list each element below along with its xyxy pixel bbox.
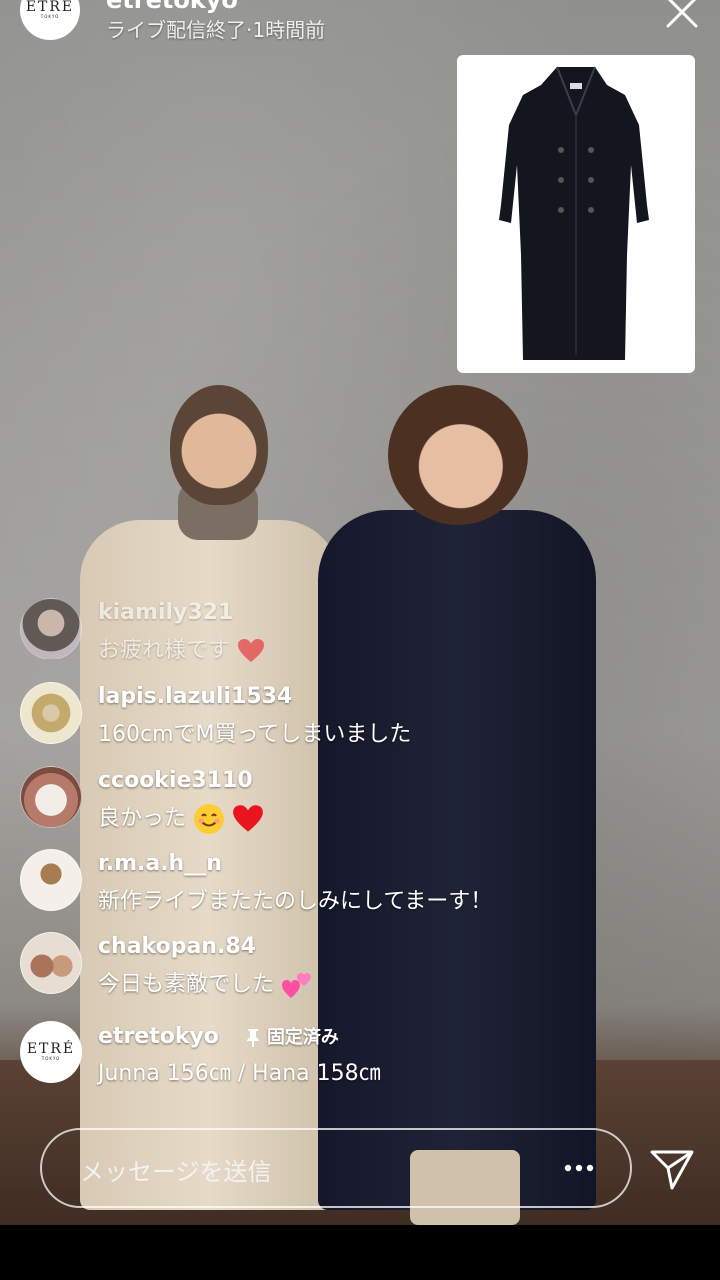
product-card[interactable]	[457, 55, 695, 373]
message-input[interactable]: メッセージを送信	[40, 1128, 632, 1208]
comment-text: 今日も素敵でした	[98, 966, 313, 1000]
comment-text: お疲れ様です	[98, 632, 265, 664]
comment-username[interactable]: ccookie3110	[98, 768, 253, 793]
message-placeholder: メッセージを送信	[80, 1158, 272, 1186]
comment-username: etretokyo 固定済み	[98, 1023, 339, 1049]
pinned-comment: ETRÉ TOKYO etretokyo 固定済み Junna 156㎝ / H…	[20, 1021, 700, 1091]
comment-text-body: 良かった	[98, 806, 187, 831]
comment-item: lapis.lazuli1534 160cmでM買ってしまいました	[20, 682, 700, 747]
live-status: ライブ配信終了·1時間前	[106, 18, 326, 42]
two-hearts-icon	[282, 973, 312, 998]
comment-avatar[interactable]	[20, 598, 82, 660]
comment-avatar[interactable]	[20, 766, 82, 828]
comment-text: 160cmでM買ってしまいました	[98, 722, 412, 747]
red-heart-icon	[238, 639, 265, 662]
red-heart-icon	[233, 805, 263, 832]
comment-username[interactable]: lapis.lazuli1534	[98, 684, 292, 709]
pinned-text: Junna 156㎝ / Hana 158㎝	[98, 1061, 381, 1086]
person-left-head	[170, 385, 268, 505]
comment-item: kiamily321 お疲れ様です	[20, 598, 700, 664]
comment-text-body: お疲れ様です	[98, 638, 231, 663]
account-avatar[interactable]: ETRÉ TOKYO	[20, 0, 80, 40]
comment-item: ccookie3110 良かった	[20, 766, 700, 834]
comment-text-body: 今日も素敵でした	[98, 972, 275, 997]
comment-avatar[interactable]: ETRÉ TOKYO	[20, 1021, 82, 1083]
brand-logo-text: ETRÉ	[25, 0, 75, 15]
pin-badge: 固定済み	[245, 1027, 339, 1048]
bottom-safe-area	[0, 1225, 720, 1280]
pin-label: 固定済み	[266, 1027, 339, 1048]
smile-face-icon	[194, 804, 225, 834]
comment-text: 新作ライブまたたのしみにしてまーす！	[98, 889, 493, 914]
send-icon	[650, 1150, 694, 1190]
account-name[interactable]: etretokyo	[106, 0, 238, 14]
live-video: ETRÉ TOKYO etretokyo ライブ配信終了·1時間前 kiamil…	[0, 0, 720, 1225]
comment-text: 良かった	[98, 800, 264, 835]
comment-username[interactable]: chakopan.84	[98, 934, 256, 959]
comment-avatar[interactable]	[20, 932, 82, 994]
brand-logo-text: ETRÉ	[26, 1041, 76, 1057]
comment-item: chakopan.84 今日も素敵でした	[20, 932, 700, 998]
pin-icon	[246, 1029, 259, 1047]
comment-username[interactable]: kiamily321	[98, 600, 233, 625]
pinned-username[interactable]: etretokyo	[98, 1024, 219, 1049]
more-options-button[interactable]	[562, 1155, 596, 1181]
person-right-head	[388, 385, 528, 525]
comment-avatar[interactable]	[20, 849, 82, 911]
comment-avatar[interactable]	[20, 682, 82, 744]
black-long-coat-image	[499, 66, 649, 360]
close-icon	[666, 0, 698, 28]
comment-item: r.m.a.h__n 新作ライブまたたのしみにしてまーす！	[20, 849, 700, 914]
brand-logo-sub: TOKYO	[40, 14, 60, 19]
send-button[interactable]	[648, 1144, 696, 1192]
close-button[interactable]	[662, 0, 702, 32]
brand-logo-sub: TOKYO	[41, 1056, 61, 1061]
more-dots-icon	[564, 1164, 594, 1172]
comment-username[interactable]: r.m.a.h__n	[98, 851, 222, 876]
